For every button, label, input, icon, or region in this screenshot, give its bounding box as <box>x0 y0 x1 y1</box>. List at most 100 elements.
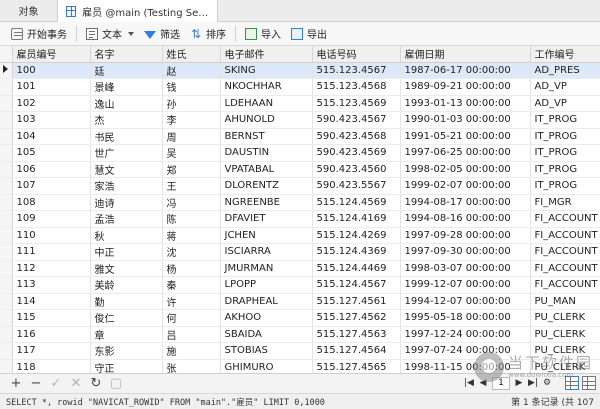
table-cell[interactable]: NKOCHHAR <box>220 78 313 96</box>
refresh-button[interactable]: ↻ <box>88 376 104 392</box>
table-cell[interactable]: 俊仁 <box>90 309 163 327</box>
table-cell[interactable]: 秋 <box>90 227 163 244</box>
table-cell[interactable]: 116 <box>12 326 91 343</box>
table-cell[interactable]: 515.124.4469 <box>312 260 401 277</box>
table-cell[interactable]: 590.423.4569 <box>312 144 401 162</box>
table-cell[interactable]: AHUNOLD <box>220 111 313 129</box>
row-selector[interactable] <box>0 326 13 343</box>
table-cell[interactable]: AKHOO <box>220 309 313 327</box>
table-cell[interactable]: DLORENTZ <box>220 177 313 195</box>
table-cell[interactable]: 103 <box>12 111 91 129</box>
table-cell[interactable]: 冯 <box>162 194 221 211</box>
table-cell[interactable]: 张 <box>162 359 221 373</box>
table-cell[interactable]: FI_ACCOUNT <box>530 276 600 294</box>
table-cell[interactable]: 1991-05-21 00:00:00 <box>400 128 531 145</box>
table-row[interactable]: 106 慧文郑 VPATABAL 590.423.4560 1998-02-05 00:… <box>0 161 600 178</box>
row-selector[interactable] <box>0 293 13 310</box>
table-cell[interactable]: 郑 <box>162 161 221 178</box>
table-cell[interactable]: IT_PROG <box>530 111 600 129</box>
table-cell[interactable]: IT_PROG <box>530 144 600 162</box>
table-cell[interactable]: SBAIDA <box>220 326 313 343</box>
table-cell[interactable]: 1994-08-17 00:00:00 <box>400 194 531 211</box>
column-header[interactable]: 电话号码 <box>312 46 401 63</box>
table-cell[interactable]: 中正 <box>90 243 163 261</box>
table-cell[interactable]: 景峰 <box>90 78 163 96</box>
table-cell[interactable]: STOBIAS <box>220 342 313 360</box>
row-selector[interactable] <box>0 128 13 145</box>
table-cell[interactable]: 家浩 <box>90 177 163 195</box>
table-cell[interactable]: 515.124.4369 <box>312 243 401 261</box>
table-cell[interactable]: FI_ACCOUNT <box>530 260 600 277</box>
tab-objects[interactable]: 对象 <box>0 0 58 21</box>
table-row[interactable]: 101 景峰钱 NKOCHHAR 515.123.4568 1989-09-21 00:… <box>0 78 600 96</box>
table-cell[interactable]: 590.423.4567 <box>312 111 401 129</box>
table-cell[interactable]: 1987-06-17 00:00:00 <box>400 62 531 79</box>
row-selector[interactable] <box>0 111 13 129</box>
table-cell[interactable]: PU_MAN <box>530 293 600 310</box>
table-cell[interactable]: 515.124.4169 <box>312 210 401 228</box>
table-cell[interactable]: ISCIARRA <box>220 243 313 261</box>
row-selector[interactable] <box>0 276 13 294</box>
table-cell[interactable]: 118 <box>12 359 91 373</box>
table-row[interactable]: 104 书民周 BERNST 590.423.4568 1991-05-21 00:00… <box>0 128 600 145</box>
row-selector[interactable] <box>0 194 13 211</box>
table-cell[interactable]: 515.127.4564 <box>312 342 401 360</box>
table-cell[interactable]: GHIMURO <box>220 359 313 373</box>
table-cell[interactable]: AD_PRES <box>530 62 600 79</box>
table-cell[interactable]: 515.127.4562 <box>312 309 401 327</box>
table-cell[interactable]: 廷 <box>90 62 163 79</box>
column-header[interactable]: 电子邮件 <box>220 46 313 63</box>
table-cell[interactable]: 515.123.4568 <box>312 78 401 96</box>
table-cell[interactable]: 515.127.4563 <box>312 326 401 343</box>
table-cell[interactable]: 1989-09-21 00:00:00 <box>400 78 531 96</box>
table-cell[interactable]: DRAPHEAL <box>220 293 313 310</box>
table-cell[interactable]: 104 <box>12 128 91 145</box>
text-view-button[interactable]: 文本 <box>81 24 139 44</box>
table-cell[interactable]: 周 <box>162 128 221 145</box>
table-cell[interactable]: 1997-09-28 00:00:00 <box>400 227 531 244</box>
table-cell[interactable]: 113 <box>12 276 91 294</box>
table-row[interactable]: 115 俊仁何 AKHOO 515.127.4562 1995-05-18 00:00:… <box>0 309 600 327</box>
table-row[interactable]: 107 家浩王 DLORENTZ 590.423.5567 1999-02-07 00:… <box>0 177 600 195</box>
begin-transaction-button[interactable]: 开始事务 <box>6 24 72 44</box>
discard-changes-button[interactable]: ✕ <box>68 376 84 392</box>
column-header[interactable]: 雇员编号 <box>12 46 91 63</box>
table-cell[interactable]: 111 <box>12 243 91 261</box>
row-selector[interactable] <box>0 161 13 178</box>
filter-button[interactable]: 筛选 <box>139 24 185 44</box>
table-row[interactable]: 100 廷赵 SKING 515.123.4567 1987-06-17 00:00:0… <box>0 62 600 79</box>
table-cell[interactable]: FI_MGR <box>530 194 600 211</box>
row-selector[interactable] <box>0 78 13 96</box>
table-cell[interactable]: 101 <box>12 78 91 96</box>
table-row[interactable]: 113 美龄秦 LPOPP 515.124.4567 1999-12-07 00:00:… <box>0 276 600 294</box>
table-cell[interactable]: IT_PROG <box>530 161 600 178</box>
table-cell[interactable]: 105 <box>12 144 91 162</box>
table-cell[interactable]: 蒋 <box>162 227 221 244</box>
table-cell[interactable]: AD_VP <box>530 78 600 96</box>
table-row[interactable]: 111 中正沈 ISCIARRA 515.124.4369 1997-09-30 00:… <box>0 243 600 261</box>
table-cell[interactable]: 王 <box>162 177 221 195</box>
row-selector[interactable] <box>0 309 13 327</box>
table-cell[interactable]: 1999-12-07 00:00:00 <box>400 276 531 294</box>
row-selector[interactable] <box>0 227 13 244</box>
import-button[interactable]: 导入 <box>240 24 286 44</box>
add-record-button[interactable]: + <box>8 376 24 392</box>
table-cell[interactable]: 雅文 <box>90 260 163 277</box>
table-cell[interactable]: VPATABAL <box>220 161 313 178</box>
table-cell[interactable]: 515.127.4565 <box>312 359 401 373</box>
table-cell[interactable]: LPOPP <box>220 276 313 294</box>
apply-changes-button[interactable]: ✓ <box>48 376 64 392</box>
table-row[interactable]: 105 世广吴 DAUSTIN 590.423.4569 1997-06-25 00:0… <box>0 144 600 162</box>
table-cell[interactable]: JCHEN <box>220 227 313 244</box>
table-cell[interactable]: 1997-09-30 00:00:00 <box>400 243 531 261</box>
row-selector[interactable] <box>0 260 13 277</box>
table-cell[interactable]: 何 <box>162 309 221 327</box>
table-cell[interactable]: 515.124.4269 <box>312 227 401 244</box>
delete-record-button[interactable]: − <box>28 376 44 392</box>
table-cell[interactable]: 逸山 <box>90 95 163 112</box>
table-cell[interactable]: 1995-05-18 00:00:00 <box>400 309 531 327</box>
table-cell[interactable]: BERNST <box>220 128 313 145</box>
table-cell[interactable]: FI_ACCOUNT <box>530 227 600 244</box>
table-cell[interactable]: 吴 <box>162 144 221 162</box>
table-cell[interactable]: 杰 <box>90 111 163 129</box>
